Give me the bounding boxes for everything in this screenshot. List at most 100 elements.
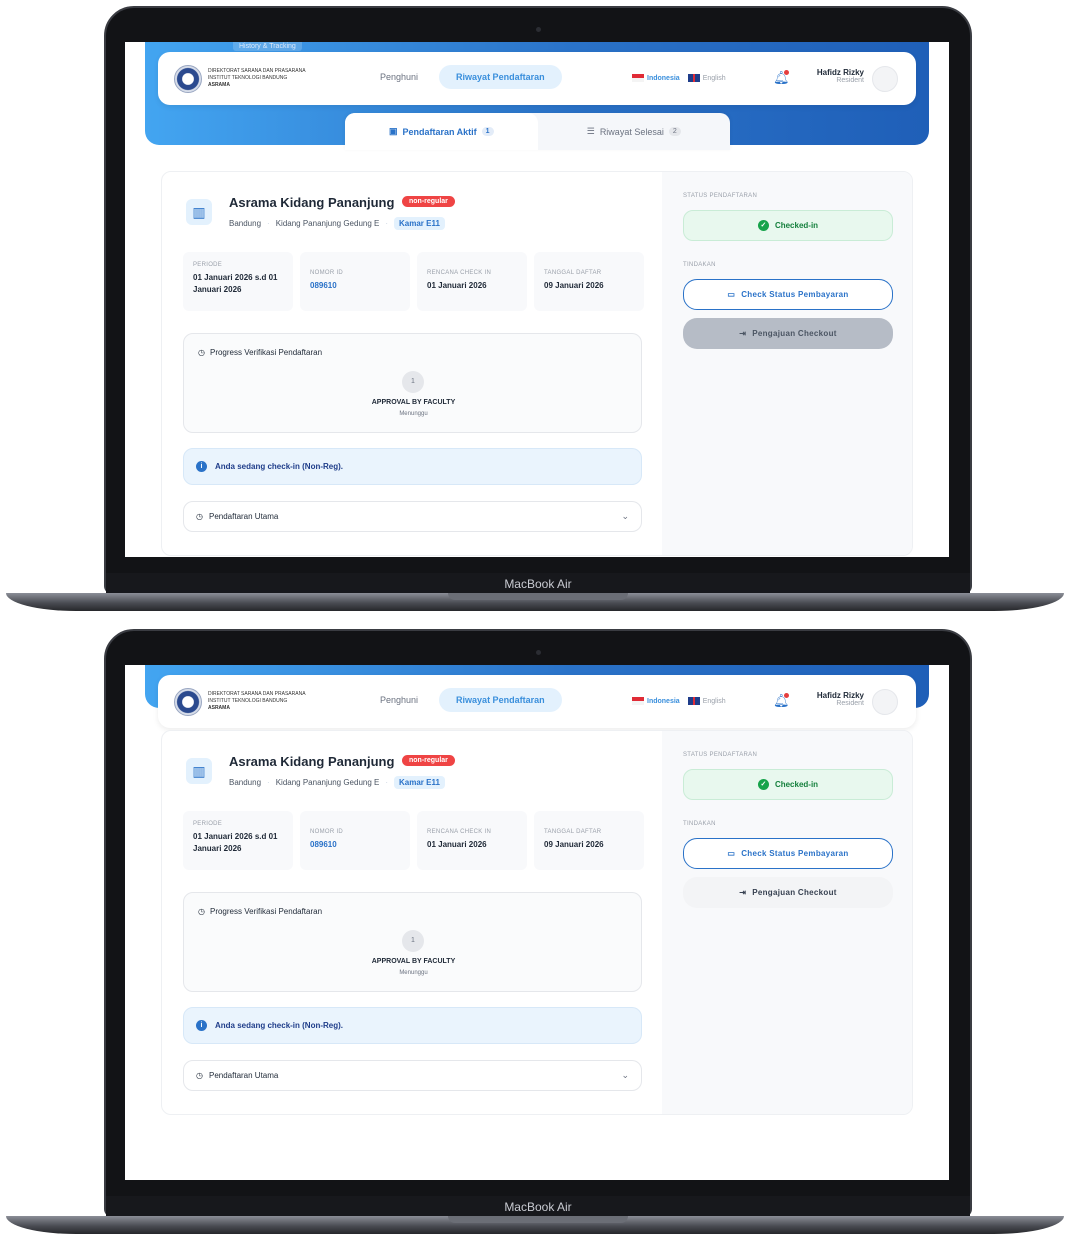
check-payment-button[interactable]: ▭ Check Status Pembayaran xyxy=(683,279,893,310)
check-icon: ✓ xyxy=(757,220,769,231)
info-periode: PERIODE 01 Januari 2026 s.d 01 Januari 20… xyxy=(183,252,293,311)
device-label: MacBook Air xyxy=(106,573,970,595)
avatar[interactable] xyxy=(872,66,898,92)
tab-bar: ▣ Pendaftaran Aktif 1 ☰ Riwayat Selesai … xyxy=(345,113,730,150)
language-switch: Indonesia English xyxy=(632,74,726,82)
accordion-pendaftaran-utama[interactable]: ◷ Pendaftaran Utama ⌄ xyxy=(183,1060,642,1091)
laptop-bottom: DIREKTORAT SARANA DAN PRASARANA INSTITUT… xyxy=(0,623,1068,1240)
tab-riwayat-selesai[interactable]: ☰ Riwayat Selesai 2 xyxy=(538,113,731,150)
checkin-status: ✓ Checked-in xyxy=(683,210,893,241)
registration-card: ▥ Asrama Kidang Pananjung non-regular Ba… xyxy=(161,171,913,556)
chevron-down-icon: ⌄ xyxy=(621,511,629,521)
flag-id-icon xyxy=(632,697,644,705)
flag-id-icon xyxy=(632,74,644,82)
lang-indonesia[interactable]: Indonesia xyxy=(632,74,680,82)
actions-section-title: TINDAKAN xyxy=(683,262,716,268)
room-badge: Kamar E11 xyxy=(394,217,445,230)
laptop-top: History & Tracking DIREKTORAT SARANA DAN… xyxy=(0,0,1068,617)
checkout-button[interactable]: ⇥ Pengajuan Checkout xyxy=(683,877,893,908)
info-icon: i xyxy=(196,461,207,472)
calendar-icon: ▣ xyxy=(388,126,398,136)
status-badge: non-regular xyxy=(402,755,455,766)
camera xyxy=(536,27,541,32)
check-icon: ✓ xyxy=(757,779,769,790)
card-icon: ▭ xyxy=(727,290,736,299)
avatar[interactable] xyxy=(872,689,898,715)
nav-links: Penghuni Riwayat Pendaftaran xyxy=(363,688,562,712)
step-label: APPROVAL BY FACULTY xyxy=(371,958,456,965)
info-periode: PERIODE 01 Januari 2026 s.d 01 Januari 20… xyxy=(183,811,293,870)
chevron-down-icon: ⌄ xyxy=(621,1070,629,1080)
navbar: DIREKTORAT SARANA DAN PRASARANA INSTITUT… xyxy=(158,52,916,105)
clock-icon: ◷ xyxy=(196,1071,203,1080)
status-badge: non-regular xyxy=(402,196,455,207)
dorm-title: Asrama Kidang Pananjung xyxy=(229,754,395,769)
info-icon: i xyxy=(196,1020,207,1031)
flag-uk-icon xyxy=(687,74,700,82)
building-icon: ▥ xyxy=(186,199,212,225)
clock-icon: ◷ xyxy=(198,348,205,357)
exit-icon: ⇥ xyxy=(739,329,747,338)
step-indicator: 1 xyxy=(402,930,424,952)
user-info: Hafidz Rizky Resident xyxy=(816,68,864,84)
info-nomor-id: NOMOR ID 089610 xyxy=(300,811,410,870)
tab-count: 2 xyxy=(668,127,681,136)
tab-count: 1 xyxy=(481,127,494,136)
exit-icon: ⇥ xyxy=(739,888,747,897)
lang-english[interactable]: English xyxy=(687,74,726,82)
clock-icon: ◷ xyxy=(198,907,205,916)
bell-icon[interactable]: 🔔︎ xyxy=(773,70,790,86)
info-nomor-id: NOMOR ID 089610 xyxy=(300,252,410,311)
bell-icon[interactable]: 🔔︎ xyxy=(773,693,790,709)
device-label: MacBook Air xyxy=(106,1196,970,1218)
room-badge: Kamar E11 xyxy=(394,776,445,789)
lang-english[interactable]: English xyxy=(687,697,726,705)
info-tanggal-daftar: TANGGAL DAFTAR 09 Januari 2026 xyxy=(534,811,644,870)
org-name: DIREKTORAT SARANA DAN PRASARANA INSTITUT… xyxy=(208,691,306,711)
status-section-title: STATUS PENDAFTARAN xyxy=(683,193,758,199)
hero-tag: History & Tracking xyxy=(233,42,302,51)
info-grid: PERIODE 01 Januari 2026 s.d 01 Januari 20… xyxy=(183,811,644,870)
checkout-button[interactable]: ⇥ Pengajuan Checkout xyxy=(683,318,893,349)
navbar: DIREKTORAT SARANA DAN PRASARANA INSTITUT… xyxy=(158,675,916,728)
card-icon: ▭ xyxy=(727,849,736,858)
nav-links: Penghuni Riwayat Pendaftaran xyxy=(363,65,562,89)
org-name: DIREKTORAT SARANA DAN PRASARANA INSTITUT… xyxy=(208,68,306,88)
nav-riwayat[interactable]: Riwayat Pendaftaran xyxy=(439,688,562,712)
info-tanggal-daftar: TANGGAL DAFTAR 09 Januari 2026 xyxy=(534,252,644,311)
info-rencana-checkin: RENCANA CHECK IN 01 Januari 2026 xyxy=(417,252,527,311)
user-info: Hafidz Rizky Resident xyxy=(816,691,864,707)
itb-logo xyxy=(174,65,202,93)
step-indicator: 1 xyxy=(402,371,424,393)
accordion-pendaftaran-utama[interactable]: ◷ Pendaftaran Utama ⌄ xyxy=(183,501,642,532)
nav-penghuni[interactable]: Penghuni xyxy=(363,65,435,89)
camera xyxy=(536,650,541,655)
laptop-notch xyxy=(448,1216,628,1223)
history-icon: ☰ xyxy=(586,126,595,136)
nav-riwayat[interactable]: Riwayat Pendaftaran xyxy=(439,65,562,89)
clock-icon: ◷ xyxy=(196,512,203,521)
status-section-title: STATUS PENDAFTARAN xyxy=(683,752,758,758)
lang-indonesia[interactable]: Indonesia xyxy=(632,697,680,705)
info-rencana-checkin: RENCANA CHECK IN 01 Januari 2026 xyxy=(417,811,527,870)
screen: History & Tracking DIREKTORAT SARANA DAN… xyxy=(125,42,949,557)
info-grid: PERIODE 01 Januari 2026 s.d 01 Januari 20… xyxy=(183,252,644,311)
language-switch: Indonesia English xyxy=(632,697,726,705)
flag-uk-icon xyxy=(687,697,700,705)
tab-pendaftaran-aktif[interactable]: ▣ Pendaftaran Aktif 1 xyxy=(345,113,538,150)
side-panel: STATUS PENDAFTARAN ✓ Checked-in TINDAKAN… xyxy=(662,731,912,1114)
itb-logo xyxy=(174,688,202,716)
progress-panel: ◷ Progress Verifikasi Pendaftaran 1 APPRO… xyxy=(183,892,642,992)
location: Bandung · Kidang Pananjung Gedung E · Kama… xyxy=(229,776,445,789)
screen: DIREKTORAT SARANA DAN PRASARANA INSTITUT… xyxy=(125,665,949,1180)
check-payment-button[interactable]: ▭ Check Status Pembayaran xyxy=(683,838,893,869)
registration-card: ▥ Asrama Kidang Pananjung non-regular Ba… xyxy=(161,730,913,1115)
location: Bandung · Kidang Pananjung Gedung E · Kama… xyxy=(229,217,445,230)
side-panel: STATUS PENDAFTARAN ✓ Checked-in TINDAKAN… xyxy=(662,172,912,555)
step-label: APPROVAL BY FACULTY xyxy=(371,399,456,406)
nav-penghuni[interactable]: Penghuni xyxy=(363,688,435,712)
progress-panel: ◷ Progress Verifikasi Pendaftaran 1 APPRO… xyxy=(183,333,642,433)
info-alert: i Anda sedang check-in (Non-Reg). xyxy=(183,448,642,485)
step-status: Menunggu xyxy=(399,411,428,417)
actions-section-title: TINDAKAN xyxy=(683,821,716,827)
